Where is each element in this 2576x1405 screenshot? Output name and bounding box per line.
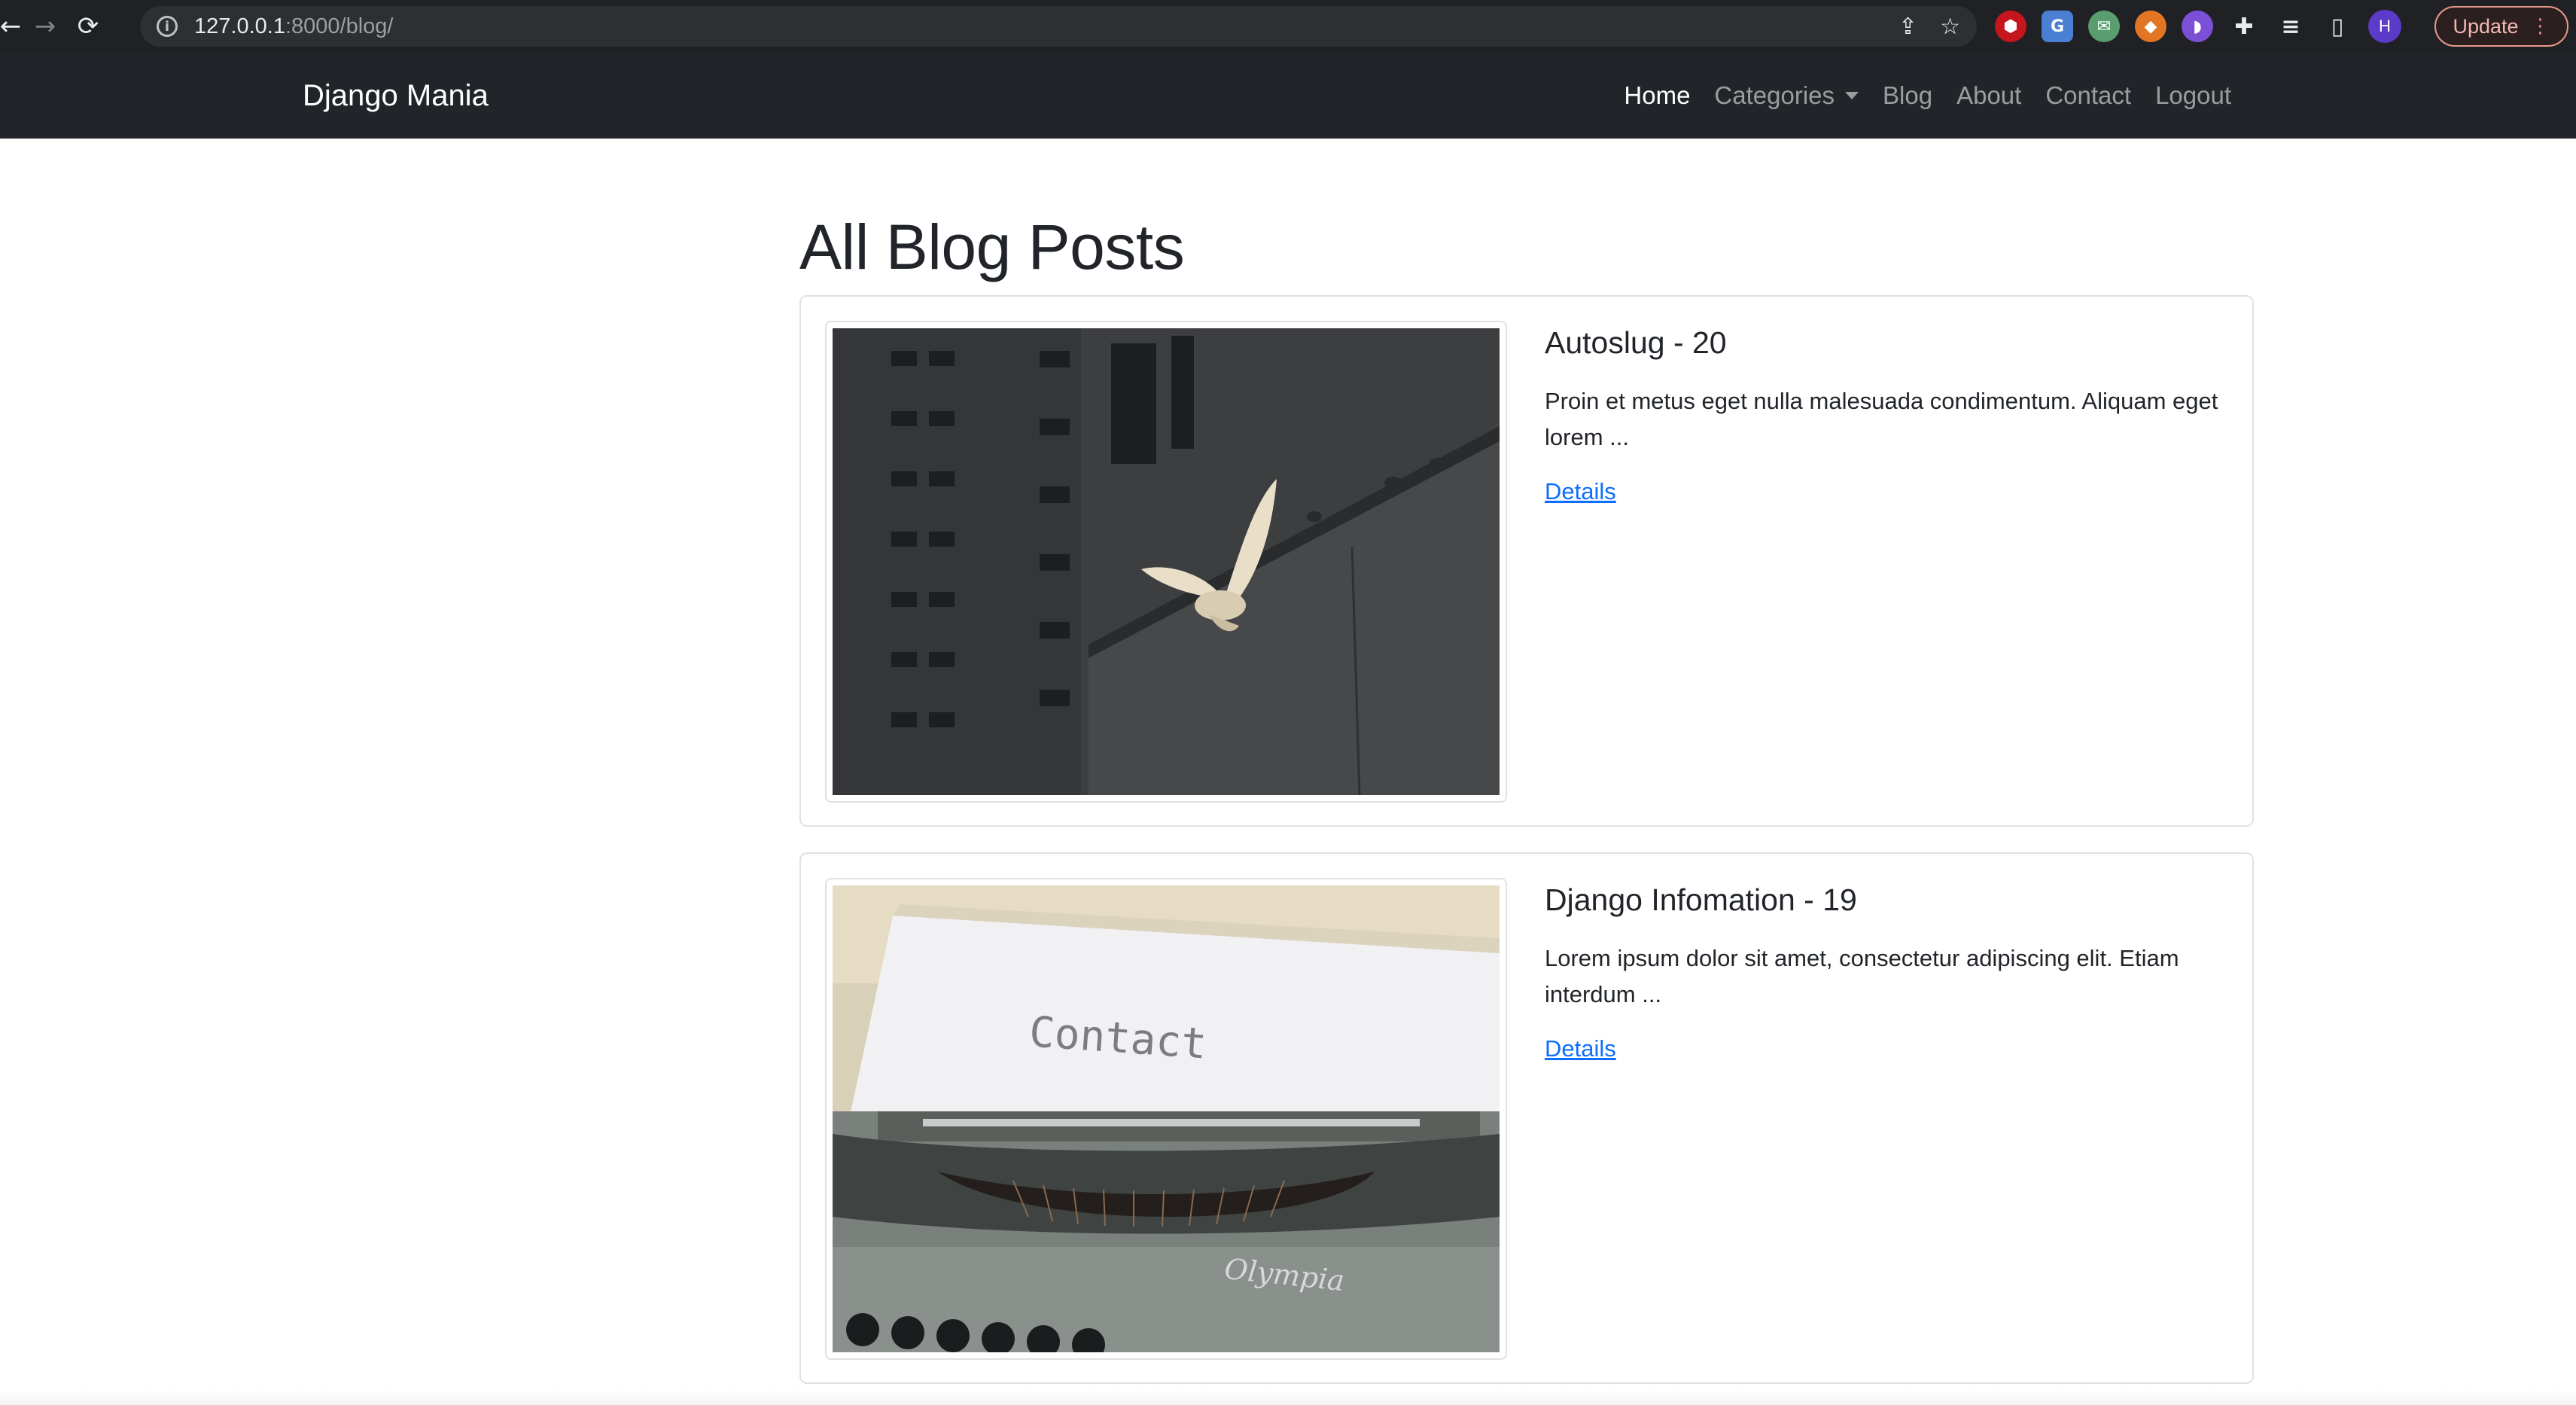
url-text[interactable]: 127.0.0.1:8000/blog/ xyxy=(194,14,393,39)
dropdown-caret-icon xyxy=(1845,92,1859,99)
bookmark-star-icon[interactable]: ☆ xyxy=(1940,14,1960,40)
post-excerpt: Lorem ipsum dolor sit amet, consectetur … xyxy=(1545,945,2179,1007)
browser-nav-buttons: ← → ⟳ xyxy=(0,0,107,53)
nav-link-about[interactable]: About xyxy=(1944,81,2033,110)
reading-list-icon[interactable]: ≡ xyxy=(2275,11,2307,42)
navbar-brand[interactable]: Django Mania xyxy=(303,53,489,139)
post-title: Autoslug - 20 xyxy=(1545,325,1727,360)
update-label: Update xyxy=(2453,14,2519,38)
mail-extension-icon[interactable]: ✉ xyxy=(2088,11,2120,42)
share-icon[interactable]: ⇪ xyxy=(1899,14,1917,40)
post-body: Django Infomation - 19 Lorem ipsum dolor… xyxy=(1545,876,2230,1062)
forward-icon[interactable]: → xyxy=(21,0,69,53)
puzzle-icon[interactable]: ✚ xyxy=(2228,11,2260,42)
typewriter-image: Contact Olympia xyxy=(833,885,1500,1352)
browser-toolbar: ← → ⟳ i 127.0.0.1:8000/blog/ ⇪ ☆ ⬢ G ✉ ◆… xyxy=(0,0,2576,53)
back-icon[interactable]: ← xyxy=(0,0,21,53)
post-details-link[interactable]: Details xyxy=(1545,1035,1616,1062)
side-panel-icon[interactable]: ▯ xyxy=(2322,11,2353,42)
dove-photo-illustration xyxy=(833,328,1500,795)
extensions-bar: ⬢ G ✉ ◆ ◗ ✚ ≡ ▯ H xyxy=(1995,0,2401,53)
blog-post-card: Autoslug - 20 Proin et metus eget nulla … xyxy=(799,295,2254,827)
typewriter-photo-illustration: Contact Olympia xyxy=(833,885,1500,1352)
post-thumbnail[interactable]: Contact Olympia xyxy=(825,878,1507,1360)
metamask-icon[interactable]: ◆ xyxy=(2135,11,2166,42)
nav-link-blog[interactable]: Blog xyxy=(1871,81,1944,110)
update-button[interactable]: Update ⋮ xyxy=(2434,6,2568,47)
omnibox-actions: ⇪ ☆ xyxy=(1899,6,1960,47)
page-bottom-shadow xyxy=(0,1390,2576,1405)
post-title: Django Infomation - 19 xyxy=(1545,882,1857,917)
blog-post-card: Contact Olympia Django Infomation - 19 L… xyxy=(799,852,2254,1384)
reload-icon[interactable]: ⟳ xyxy=(69,0,107,53)
url-host: 127.0.0.1 xyxy=(194,14,285,38)
url-path: :8000/blog/ xyxy=(285,14,394,38)
google-translate-icon[interactable]: G xyxy=(2042,11,2073,42)
more-menu-icon: ⋮ xyxy=(2530,15,2550,38)
nav-link-logout[interactable]: Logout xyxy=(2143,81,2243,110)
nav-link-categories-label: Categories xyxy=(1714,81,1835,109)
address-bar[interactable]: i 127.0.0.1:8000/blog/ ⇪ ☆ xyxy=(140,6,1977,47)
ublock-icon[interactable]: ⬢ xyxy=(1995,11,2026,42)
nav-links: Home Categories Blog About Contact Logou… xyxy=(1612,53,2243,139)
page-title: All Blog Posts xyxy=(799,212,1185,282)
extension-purple-icon[interactable]: ◗ xyxy=(2182,11,2213,42)
nav-link-contact[interactable]: Contact xyxy=(2033,81,2143,110)
post-excerpt: Proin et metus eget nulla malesuada cond… xyxy=(1545,388,2218,450)
nav-link-home[interactable]: Home xyxy=(1612,81,1702,110)
dove-image xyxy=(833,328,1500,795)
site-info-icon[interactable]: i xyxy=(157,16,178,37)
nav-link-categories[interactable]: Categories xyxy=(1702,81,1871,110)
post-thumbnail[interactable] xyxy=(825,321,1507,803)
post-details-link[interactable]: Details xyxy=(1545,478,1616,505)
site-navbar: Django Mania Home Categories Blog About … xyxy=(0,53,2576,139)
post-body: Autoslug - 20 Proin et metus eget nulla … xyxy=(1545,319,2230,505)
profile-avatar[interactable]: H xyxy=(2368,10,2401,43)
